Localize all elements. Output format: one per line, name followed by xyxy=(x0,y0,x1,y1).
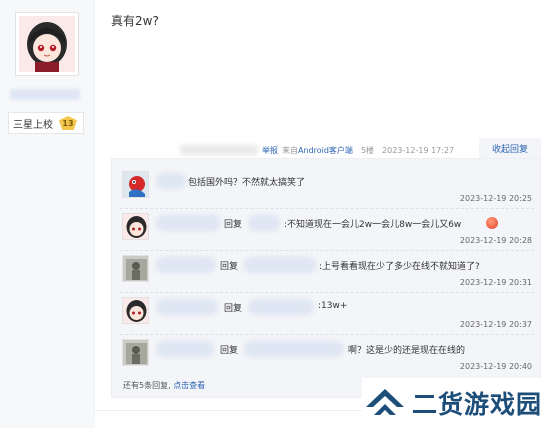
reply-divider xyxy=(120,292,534,293)
photo-avatar-icon xyxy=(123,340,148,365)
reply-text: 包括国外吗？不然就太搞笑了 xyxy=(188,178,306,188)
reply-item: 包括国外吗？不然就太搞笑了 2023-12-19 20:25 xyxy=(112,169,542,209)
blurred-username[interactable] xyxy=(156,215,221,231)
reply-time: 2023-12-19 20:37 xyxy=(459,320,532,329)
reply-avatar[interactable] xyxy=(122,213,149,240)
author-column: 三星上校 13 xyxy=(0,0,95,428)
blurred-username[interactable] xyxy=(156,299,218,315)
reply-to-label: 回复 xyxy=(220,262,239,272)
from-prefix: 来自 xyxy=(282,145,298,155)
blurred-username[interactable] xyxy=(156,257,216,273)
reply-avatar[interactable] xyxy=(122,297,149,324)
reply-divider xyxy=(120,208,534,209)
reply-to-label: 回复 xyxy=(224,220,243,230)
reply-divider xyxy=(120,250,534,251)
reply-item: 回复 :不知道现在一会儿2w一会儿8w一会儿又6w 2023-12-19 20:… xyxy=(112,211,542,251)
post-content: 真有2w? xyxy=(111,14,159,28)
watermark-text: 二货游戏园 xyxy=(412,390,543,419)
reply-text: :上号看看现在少了多少在线不就知道了? xyxy=(319,262,480,272)
reply-text: :13w+ xyxy=(318,301,348,311)
reply-item: 回复 :上号看看现在少了多少在线不就知道了? 2023-12-19 20:31 xyxy=(112,253,542,293)
reply-time: 2023-12-19 20:40 xyxy=(459,362,532,371)
report-link[interactable]: 举报 xyxy=(262,145,278,156)
anime-avatar-icon xyxy=(123,298,148,323)
reply-to-label: 回复 xyxy=(220,346,239,356)
blurred-username[interactable] xyxy=(156,341,214,357)
reply-item: 回复 :13w+ 2023-12-19 20:37 xyxy=(112,295,542,335)
parrot-avatar-icon xyxy=(123,172,148,197)
blurred-username[interactable] xyxy=(156,173,186,189)
client-link[interactable]: Android客户端 xyxy=(298,145,353,156)
reply-time: 2023-12-19 20:25 xyxy=(459,194,532,203)
blurred-username[interactable] xyxy=(244,257,316,273)
blurred-username[interactable] xyxy=(248,215,280,231)
author-name[interactable] xyxy=(10,89,80,100)
reply-list: 包括国外吗？不然就太搞笑了 2023-12-19 20:25 回复 :不知道现在… xyxy=(111,158,541,398)
author-avatar[interactable] xyxy=(15,12,79,76)
anime-avatar-icon xyxy=(19,16,75,72)
level-label: 三星上校 xyxy=(13,119,53,131)
blurred-username[interactable] xyxy=(244,341,344,357)
blurred-meta xyxy=(180,145,258,155)
collapse-replies-button[interactable]: 收起回复 xyxy=(479,138,541,158)
watermark: 二货游戏园 xyxy=(362,378,554,428)
view-more-link[interactable]: 点击查看 xyxy=(173,381,205,390)
reply-time: 2023-12-19 20:28 xyxy=(459,236,532,245)
reply-text: 啊？这是少的还是现在在线的 xyxy=(348,346,466,356)
anime-avatar-icon xyxy=(123,214,148,239)
emoji-icon xyxy=(486,217,498,229)
divider xyxy=(95,410,362,411)
reply-item: 回复 啊？这是少的还是现在在线的 2023-12-19 20:40 xyxy=(112,337,542,377)
reply-text: :不知道现在一会儿2w一会儿8w一会儿又6w xyxy=(284,220,462,230)
reply-avatar[interactable] xyxy=(122,339,149,366)
level-number-icon: 13 xyxy=(59,116,77,130)
more-replies: 还有5条回复, 点击查看 xyxy=(123,380,205,391)
reply-avatar[interactable] xyxy=(122,171,149,198)
reply-divider xyxy=(120,334,534,335)
blurred-username[interactable] xyxy=(248,299,314,315)
photo-avatar-icon xyxy=(123,256,148,281)
reply-to-label: 回复 xyxy=(224,304,243,314)
level-badge[interactable]: 三星上校 13 xyxy=(8,112,84,134)
reply-avatar[interactable] xyxy=(122,255,149,282)
author-column-footer xyxy=(0,416,95,428)
watermark-logo-icon xyxy=(366,389,404,415)
reply-time: 2023-12-19 20:31 xyxy=(459,278,532,287)
post-date: 2023-12-19 17:27 xyxy=(382,145,455,155)
more-replies-count: 还有5条回复, xyxy=(123,381,171,390)
floor-number: 5楼 xyxy=(360,145,375,155)
